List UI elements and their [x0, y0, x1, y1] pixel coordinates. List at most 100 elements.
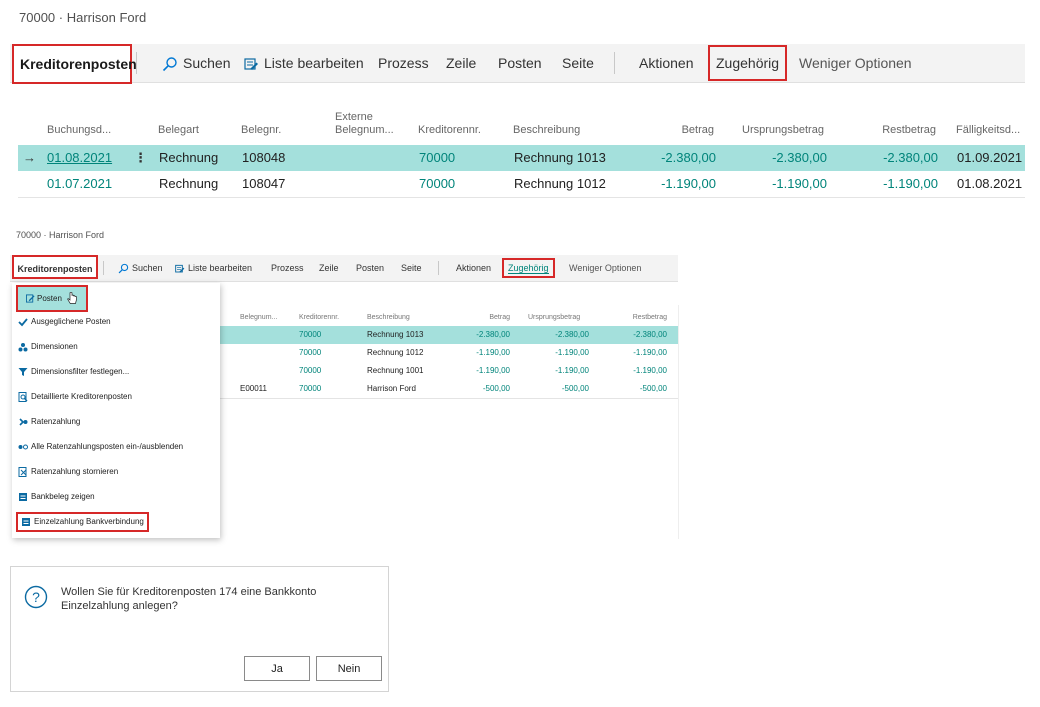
yes-button[interactable]: Ja — [244, 656, 310, 681]
table-row[interactable]: E00011 70000 Harrison Ford -500,00 -500,… — [220, 380, 678, 399]
menu-posten[interactable]: Posten — [498, 44, 542, 82]
vendor-no-link[interactable]: 70000 — [299, 326, 321, 344]
posten-dropdown-menu: Ausgeglichene Posten Dimensionen Dimensi… — [12, 283, 220, 538]
original-amount[interactable]: -500,00 — [530, 380, 589, 398]
column-header[interactable]: Belegart — [158, 124, 199, 137]
column-header[interactable]: Betrag — [460, 311, 510, 324]
original-amount[interactable]: -1.190,00 — [728, 171, 827, 197]
column-header[interactable]: Beschreibung — [367, 311, 410, 324]
edit-list-button[interactable]: Liste bearbeiten — [175, 255, 252, 281]
column-header[interactable]: Kreditorennr. — [299, 311, 339, 324]
edit-list-button[interactable]: Liste bearbeiten — [244, 44, 364, 82]
amount[interactable]: -2.380,00 — [618, 145, 716, 171]
column-header[interactable]: Ursprungsbetrag — [742, 124, 824, 137]
menu-prozess[interactable]: Prozess — [271, 255, 304, 281]
menu-item-einzelzahlung-bankverbindung[interactable]: Einzelzahlung Bankverbindung — [16, 512, 149, 532]
column-header[interactable]: Restbetrag — [850, 124, 936, 137]
bank-payment-icon — [22, 517, 30, 526]
original-amount[interactable]: -1.190,00 — [530, 344, 589, 362]
description: Harrison Ford — [367, 384, 416, 393]
due-date: 01.08.2021 — [957, 176, 1023, 191]
search-icon — [118, 263, 129, 274]
confirmation-dialog: ? Wollen Sie für Kreditorenposten 174 ei… — [10, 566, 389, 692]
remaining-amount[interactable]: -500,00 — [608, 380, 667, 398]
column-header[interactable]: Restbetrag — [620, 311, 667, 324]
menu-posten[interactable]: Posten — [356, 255, 384, 281]
remaining-amount[interactable]: -1.190,00 — [608, 362, 667, 380]
menu-zugehoerig[interactable]: Zugehörig — [708, 45, 788, 81]
posting-date-link[interactable]: 01.07.2021 — [47, 171, 112, 197]
menu-item-alle-ratenzahlungsposten[interactable]: Alle Ratenzahlungsposten ein-/ausblenden — [18, 440, 183, 454]
amount[interactable]: -500,00 — [450, 380, 510, 398]
table-row[interactable]: 70000 Rechnung 1012 -1.190,00 -1.190,00 … — [220, 344, 678, 362]
due-date: 01.09.2021 — [957, 150, 1023, 165]
posten-menu-label: Posten — [37, 294, 62, 303]
vendor-no-link[interactable]: 70000 — [299, 380, 321, 398]
menu-zugehoerig[interactable]: Zugehörig — [502, 258, 555, 278]
column-header[interactable]: Ursprungsbetrag — [528, 311, 580, 324]
menu-weniger-optionen[interactable]: Weniger Optionen — [569, 255, 641, 281]
menu-item-ratenzahlung-stornieren[interactable]: Ratenzahlung stornieren — [18, 465, 118, 479]
toolbar-divider — [103, 261, 104, 275]
table-row[interactable]: 70000 Rechnung 1001 -1.190,00 -1.190,00 … — [220, 362, 678, 380]
page-title: 70000 · Harrison Ford — [16, 230, 105, 240]
menu-item-bankbeleg-zeigen[interactable]: Bankbeleg zeigen — [18, 490, 95, 504]
no-button[interactable]: Nein — [316, 656, 382, 681]
posten-menu-button[interactable]: Posten — [16, 285, 88, 312]
tab-kreditorenposten[interactable]: Kreditorenposten — [12, 255, 98, 279]
column-header[interactable]: Fälligkeitsd... — [956, 124, 1020, 137]
column-header[interactable]: Betrag — [630, 124, 714, 137]
menu-aktionen[interactable]: Aktionen — [456, 255, 491, 281]
row-arrow-icon: → — [23, 150, 36, 165]
menu-zeile[interactable]: Zeile — [446, 44, 476, 82]
menu-seite[interactable]: Seite — [401, 255, 422, 281]
column-header[interactable]: Externe Belegnum... — [335, 111, 394, 137]
menu-zeile[interactable]: Zeile — [319, 255, 339, 281]
row-menu-icon[interactable]: ⋮ — [134, 145, 147, 171]
zugehoerig-label: Zugehörig — [508, 263, 549, 274]
column-header[interactable]: Belegnr. — [241, 124, 281, 137]
menu-item-label: Alle Ratenzahlungsposten ein-/ausblenden — [31, 442, 184, 451]
remaining-amount[interactable]: -2.380,00 — [840, 145, 938, 171]
description: Rechnung 1013 — [514, 150, 606, 165]
amount[interactable]: -1.190,00 — [450, 362, 510, 380]
amount[interactable]: -1.190,00 — [450, 344, 510, 362]
amount[interactable]: -2.380,00 — [450, 326, 510, 344]
vendor-no-link[interactable]: 70000 — [419, 145, 455, 171]
action-bar: Kreditorenposten Suchen Liste bearbeiten… — [10, 44, 1025, 84]
menu-weniger-optionen[interactable]: Weniger Optionen — [799, 44, 912, 82]
original-amount[interactable]: -1.190,00 — [530, 362, 589, 380]
menu-item-dimensionen[interactable]: Dimensionen — [18, 340, 78, 354]
menu-item-detaillierte-kreditorenposten[interactable]: Detaillierte Kreditorenposten — [18, 390, 132, 404]
amount[interactable]: -1.190,00 — [618, 171, 716, 197]
original-amount[interactable]: -2.380,00 — [728, 145, 827, 171]
posting-date-link[interactable]: 01.08.2021 — [47, 145, 112, 171]
vendor-no-link[interactable]: 70000 — [299, 362, 321, 380]
search-button[interactable]: Suchen — [118, 255, 163, 281]
table-row[interactable]: → 01.08.2021 ⋮ Rechnung 108048 70000 Rec… — [18, 145, 1025, 171]
vendor-no-link[interactable]: 70000 — [299, 344, 321, 362]
menu-item-label: Detaillierte Kreditorenposten — [31, 392, 132, 401]
tab-kreditorenposten[interactable]: Kreditorenposten — [12, 44, 137, 84]
menu-item-ausgeglichene-posten[interactable]: Ausgeglichene Posten — [18, 315, 111, 329]
menu-aktionen[interactable]: Aktionen — [639, 44, 693, 82]
menu-item-label: Ratenzahlung — [31, 417, 81, 426]
menu-seite[interactable]: Seite — [562, 44, 594, 82]
table-row[interactable]: 70000 Rechnung 1013 -2.380,00 -2.380,00 … — [220, 326, 678, 344]
column-header[interactable]: Buchungsd... — [47, 124, 111, 137]
column-header[interactable]: Kreditorennr. — [418, 124, 481, 137]
table-row[interactable]: 01.07.2021 Rechnung 108047 70000 Rechnun… — [18, 171, 1025, 198]
dialog-message-line: Einzelzahlung anlegen? — [61, 600, 178, 612]
remaining-amount[interactable]: -1.190,00 — [608, 344, 667, 362]
column-header[interactable]: Beschreibung — [513, 124, 580, 137]
search-button[interactable]: Suchen — [162, 44, 230, 82]
column-header[interactable]: Belegnum... — [240, 311, 277, 324]
original-amount[interactable]: -2.380,00 — [530, 326, 589, 344]
remaining-amount[interactable]: -1.190,00 — [840, 171, 938, 197]
menu-item-ratenzahlung[interactable]: Ratenzahlung — [18, 415, 80, 429]
menu-item-dimensionsfilter[interactable]: Dimensionsfilter festlegen... — [18, 365, 129, 379]
menu-item-label: Dimensionen — [31, 342, 78, 351]
menu-prozess[interactable]: Prozess — [378, 44, 429, 82]
remaining-amount[interactable]: -2.380,00 — [608, 326, 667, 344]
vendor-no-link[interactable]: 70000 — [419, 171, 455, 197]
